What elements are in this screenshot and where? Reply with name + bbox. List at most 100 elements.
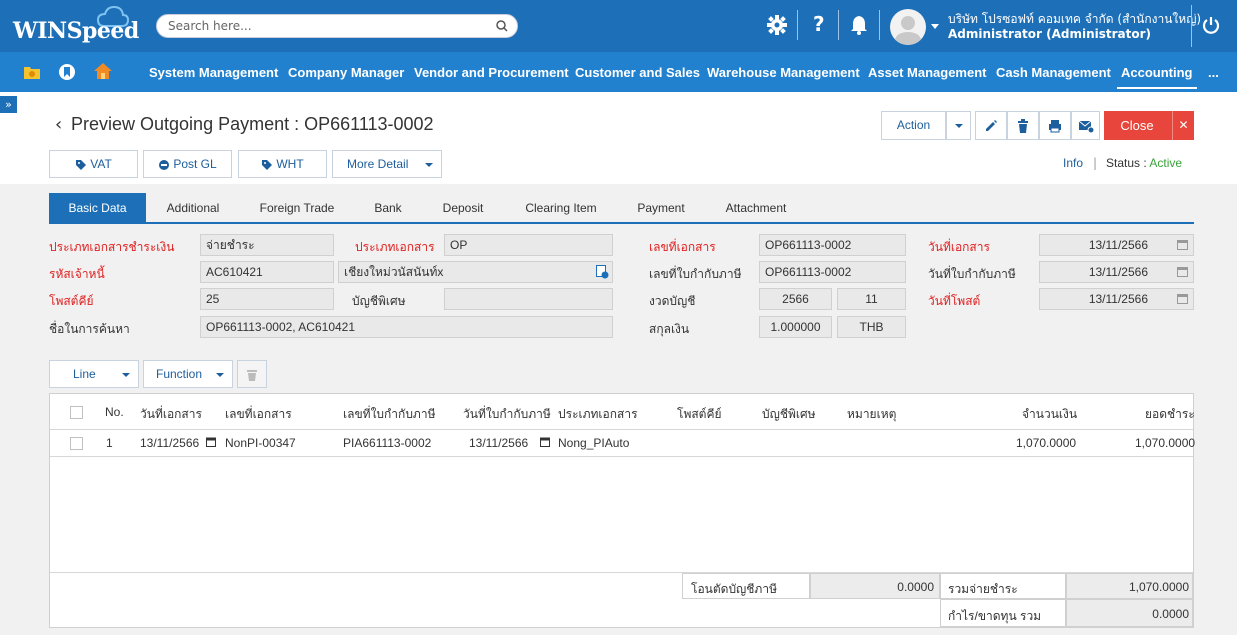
folder-icon[interactable] (23, 64, 41, 80)
creditor-code-field[interactable]: AC610421 (200, 261, 334, 283)
calendar-icon[interactable] (540, 437, 550, 447)
search-input[interactable]: Search here... (156, 14, 518, 38)
nav-customer-sales[interactable]: Customer and Sales (575, 65, 700, 80)
user-name[interactable]: Administrator (Administrator) (948, 27, 1151, 41)
col-remark[interactable]: หมายเหตุ (847, 405, 896, 424)
period-year-field[interactable]: 2566 (759, 288, 832, 310)
close-icon[interactable]: ✕ (1172, 111, 1194, 140)
power-icon[interactable] (1201, 15, 1221, 35)
nav-warehouse-management[interactable]: Warehouse Management (707, 65, 860, 80)
tab-attachment[interactable]: Attachment (715, 193, 797, 224)
nav-cash-management[interactable]: Cash Management (996, 65, 1111, 80)
project-field[interactable]: 25 (200, 288, 334, 310)
col-paid[interactable]: ยอดชำระ (1145, 405, 1195, 424)
transfer-label: โอนตัดบัญชีภาษี (691, 582, 777, 596)
cell-tax-no: PIA661113-0002 (343, 436, 432, 450)
line-button[interactable]: Line (49, 360, 139, 388)
tag-icon (262, 159, 273, 170)
col-doc-no[interactable]: เลขที่เอกสาร (225, 405, 292, 424)
tab-foreign-trade[interactable]: Foreign Trade (249, 193, 345, 224)
col-tax-date[interactable]: วันที่ใบกำกับภาษี (463, 405, 551, 424)
col-doc-date[interactable]: วันที่เอกสาร (140, 405, 202, 424)
cell-amount: 1,070.0000 (1016, 436, 1077, 450)
creditor-name-field[interactable]: เชียงใหม่วนัสนันท์x (338, 261, 613, 283)
tab-bar: Basic Data Additional Foreign Trade Bank… (49, 193, 1194, 224)
vat-button[interactable]: VAT (49, 150, 138, 178)
tab-basic-data[interactable]: Basic Data (49, 193, 146, 224)
tab-clearing-item[interactable]: Clearing Item (515, 193, 607, 224)
project-label: โพสต์คีย์ (49, 294, 94, 308)
chevron-down-icon[interactable] (931, 24, 939, 29)
creditor-name-value: เชียงใหม่วนัสนันท์x (344, 265, 444, 279)
gear-icon[interactable] (766, 14, 788, 36)
delete-button[interactable] (1007, 111, 1039, 140)
edit-button[interactable] (975, 111, 1007, 140)
info-link[interactable]: Info (1063, 156, 1083, 170)
action-button[interactable]: Action (881, 111, 946, 140)
post-date-field[interactable]: 13/11/2566 (1039, 288, 1194, 310)
calendar-icon[interactable] (1177, 266, 1188, 277)
col-no[interactable]: No. (105, 405, 124, 419)
vat-label: VAT (90, 157, 112, 171)
col-special-acc[interactable]: บัญชีพิเศษ (762, 405, 816, 424)
more-detail-button[interactable]: More Detail (332, 150, 442, 178)
wht-button[interactable]: WHT (238, 150, 327, 178)
cell-doc-date: 13/11/2566 (140, 436, 200, 450)
tax-date-label: วันที่ใบกำกับภาษี (928, 267, 1016, 281)
doc-pay-type-field[interactable]: จ่ายชำระ (200, 234, 334, 256)
calendar-icon[interactable] (1177, 293, 1188, 304)
email-button[interactable] (1071, 111, 1100, 140)
rate-field[interactable]: 1.000000 (759, 316, 832, 338)
help-icon[interactable]: ? (813, 12, 825, 36)
print-button[interactable] (1039, 111, 1071, 140)
tab-additional[interactable]: Additional (153, 193, 233, 224)
special-acc-field[interactable] (444, 288, 613, 310)
bookmark-icon[interactable] (59, 63, 75, 81)
doc-date-field[interactable]: 13/11/2566 (1039, 234, 1194, 256)
currency-field[interactable]: THB (837, 316, 906, 338)
nav-more[interactable]: ... (1208, 65, 1219, 80)
tab-bank[interactable]: Bank (363, 193, 413, 224)
sidebar-expand-icon[interactable]: » (0, 96, 17, 113)
nav-vendor-procurement[interactable]: Vendor and Procurement (414, 65, 569, 80)
post-gl-button[interactable]: Post GL (143, 150, 232, 178)
bell-icon[interactable] (850, 14, 868, 36)
period-month-field[interactable]: 11 (837, 288, 906, 310)
tax-date-value: 13/11/2566 (1088, 265, 1148, 279)
cell-tax-date: 13/11/2566 (469, 436, 529, 450)
lookup-icon[interactable] (596, 265, 609, 279)
doc-no-field[interactable]: OP661113-0002 (759, 234, 906, 256)
tax-no-field[interactable]: OP661113-0002 (759, 261, 906, 283)
delete-line-button[interactable] (237, 360, 267, 388)
mail-icon (1078, 120, 1094, 134)
search-icon[interactable] (495, 19, 509, 33)
col-doc-type[interactable]: ประเภทเอกสาร (558, 405, 638, 424)
nav-accounting[interactable]: Accounting (1117, 65, 1197, 89)
tax-date-field[interactable]: 13/11/2566 (1039, 261, 1194, 283)
action-dropdown-button[interactable] (946, 111, 971, 140)
divider (838, 10, 839, 40)
tab-deposit[interactable]: Deposit (430, 193, 496, 224)
gain-label: กำไร/ขาดทุน รวม (948, 609, 1042, 623)
col-project[interactable]: โพสต์คีย์ (677, 405, 722, 424)
home-icon[interactable] (93, 61, 113, 81)
tab-payment[interactable]: Payment (626, 193, 696, 224)
select-all-checkbox[interactable] (70, 406, 83, 419)
doc-type-field[interactable]: OP (444, 234, 613, 256)
col-amount[interactable]: จำนวนเงิน (1022, 405, 1077, 424)
calendar-icon[interactable] (1177, 239, 1188, 250)
search-name-field[interactable]: OP661113-0002, AC610421 (200, 316, 613, 338)
nav-system-management[interactable]: System Management (149, 65, 278, 80)
function-button[interactable]: Function (143, 360, 233, 388)
calendar-icon[interactable] (206, 437, 216, 447)
nav-company-manager[interactable]: Company Manager (288, 65, 404, 80)
doc-type-label: ประเภทเอกสาร (355, 240, 435, 254)
back-chevron-icon[interactable]: ‹ (55, 114, 62, 135)
table-row[interactable]: 1 13/11/2566 NonPI-00347 PIA661113-0002 … (50, 430, 1195, 457)
row-checkbox[interactable] (70, 437, 83, 450)
col-tax-no[interactable]: เลขที่ใบกำกับภาษี (343, 405, 436, 424)
nav-asset-management[interactable]: Asset Management (868, 65, 986, 80)
app-logo[interactable]: WINSpeed (13, 18, 139, 44)
close-button[interactable]: Close ✕ (1104, 111, 1194, 140)
avatar[interactable] (890, 9, 926, 45)
